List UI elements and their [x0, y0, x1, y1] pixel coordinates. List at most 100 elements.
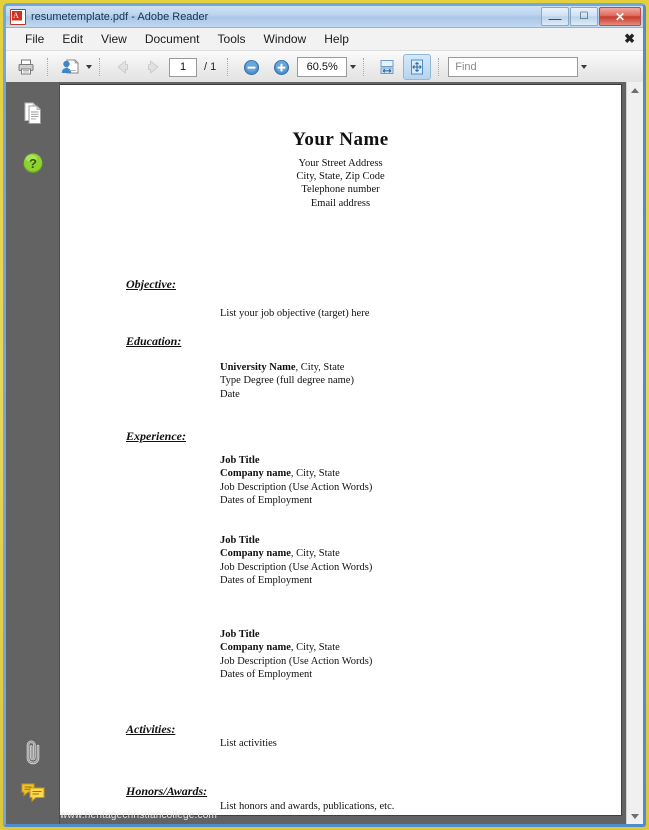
- job-company-location: , City, State: [290, 642, 340, 654]
- resume-name: Your Name: [292, 129, 389, 150]
- contact-city: City, State, Zip Code: [296, 171, 385, 183]
- comment-bubbles-icon: [21, 783, 45, 803]
- arrow-left-icon: [117, 60, 128, 74]
- job-dates: Dates of Employment: [220, 669, 313, 681]
- job-company-name: Company name: [220, 548, 291, 560]
- job-dates: Dates of Employment: [220, 495, 313, 507]
- section-body-activities: List activities: [220, 738, 277, 749]
- job-company-location: , City, State: [290, 548, 340, 560]
- toolbar-separator: [227, 58, 230, 76]
- sign-button[interactable]: [57, 54, 83, 80]
- navigation-pane: ?: [6, 82, 60, 824]
- toolbar-separator: [438, 58, 441, 76]
- scroll-up-button[interactable]: [627, 82, 643, 98]
- maximize-button[interactable]: ☐: [570, 7, 598, 26]
- sign-document-icon: [61, 59, 79, 74]
- next-page-button[interactable]: [139, 54, 167, 80]
- toolbar-separator: [47, 58, 50, 76]
- minimize-button[interactable]: —: [541, 7, 569, 26]
- paperclip-icon: [26, 740, 40, 765]
- toolbar: 1 / 1 60.5% Find: [6, 51, 643, 84]
- zoom-dropdown-caret[interactable]: [350, 65, 357, 69]
- zoom-out-button[interactable]: [237, 54, 265, 80]
- arrow-right-icon: [148, 60, 159, 74]
- job-description: Job Description (Use Action Words): [220, 561, 373, 573]
- document-viewport[interactable]: Your Name Your Street Address City, Stat…: [60, 82, 626, 824]
- vertical-scrollbar[interactable]: [626, 82, 643, 824]
- title-bar: resumetemplate.pdf - Adobe Reader — ☐ ✕: [6, 6, 643, 28]
- section-heading-honors: Honors/Awards:: [126, 784, 208, 798]
- fit-page-icon: [411, 59, 424, 75]
- content-area: ? Your Name Your Street Address City, St…: [6, 82, 643, 824]
- menu-help[interactable]: Help: [315, 30, 358, 48]
- menu-window[interactable]: Window: [255, 30, 316, 48]
- section-heading-education: Education:: [126, 334, 182, 348]
- contact-street: Your Street Address: [298, 158, 383, 169]
- job-title: Job Title: [220, 455, 260, 466]
- job-description: Job Description (Use Action Words): [220, 481, 373, 493]
- zoom-out-icon: [243, 59, 259, 75]
- zoom-in-button[interactable]: [267, 54, 295, 80]
- education-university-line: University Name, City, State: [220, 361, 354, 374]
- print-button[interactable]: [12, 54, 40, 80]
- contact-phone: Telephone number: [301, 184, 380, 196]
- menu-document[interactable]: Document: [136, 30, 209, 48]
- menu-tools[interactable]: Tools: [209, 30, 255, 48]
- menu-view[interactable]: View: [92, 30, 136, 48]
- find-dropdown-caret[interactable]: [581, 65, 588, 69]
- scroll-down-arrow-icon: [631, 813, 639, 819]
- watermark-text: www.heritagechristiancollege.com: [60, 810, 218, 821]
- job-company-location: , City, State: [290, 468, 340, 480]
- job-company-name: Company name: [220, 468, 291, 480]
- close-icon: ✕: [614, 9, 626, 24]
- section-body-objective: List your job objective (target) here: [220, 308, 370, 319]
- find-placeholder-text: Find: [455, 61, 477, 73]
- menu-file[interactable]: File: [16, 30, 53, 48]
- page-number-input[interactable]: 1: [169, 57, 197, 77]
- job-company-name: Company name: [220, 642, 291, 654]
- sign-dropdown-caret[interactable]: [86, 65, 92, 69]
- experience-entry: Job Title Company name, City, State Job …: [220, 534, 372, 588]
- printer-icon: [18, 59, 34, 75]
- help-button[interactable]: ?: [20, 150, 46, 176]
- resume-contact-block: Your Street Address City, State, Zip Cod…: [60, 157, 621, 210]
- page-total-label: / 1: [204, 61, 217, 73]
- menu-bar: File Edit View Document Tools Window Hel…: [6, 28, 643, 51]
- menu-edit[interactable]: Edit: [53, 30, 92, 48]
- window-title: resumetemplate.pdf - Adobe Reader: [31, 10, 209, 23]
- fit-width-icon: [380, 60, 394, 74]
- section-heading-activities: Activities:: [126, 722, 176, 736]
- section-heading-objective: Objective:: [126, 277, 176, 291]
- adobe-reader-window: resumetemplate.pdf - Adobe Reader — ☐ ✕ …: [3, 3, 646, 827]
- resume-document: Your Name Your Street Address City, Stat…: [60, 129, 621, 824]
- section-heading-experience: Experience:: [126, 429, 186, 443]
- toolbar-separator: [99, 58, 102, 76]
- pages-panel-button[interactable]: [20, 100, 46, 126]
- zoom-level-input[interactable]: 60.5%: [297, 57, 348, 77]
- previous-page-button[interactable]: [109, 54, 137, 80]
- close-button[interactable]: ✕: [599, 7, 641, 26]
- fit-width-button[interactable]: [373, 54, 401, 80]
- scroll-down-button[interactable]: [627, 808, 643, 824]
- zoom-in-icon: [273, 59, 289, 75]
- attachments-button[interactable]: [20, 738, 46, 765]
- minimize-icon: —: [548, 11, 562, 26]
- fit-page-button[interactable]: [403, 54, 432, 80]
- job-dates: Dates of Employment: [220, 575, 313, 587]
- close-document-button[interactable]: ✖: [624, 31, 635, 47]
- education-university-location: , City, State: [295, 362, 345, 373]
- education-date: Date: [220, 388, 240, 400]
- find-input[interactable]: Find: [448, 57, 579, 77]
- job-title: Job Title: [220, 629, 260, 640]
- scroll-up-arrow-icon: [631, 87, 639, 93]
- svg-text:?: ?: [29, 156, 37, 171]
- comments-button[interactable]: [20, 780, 46, 806]
- adobe-pdf-icon: [10, 8, 26, 25]
- pages-panel-icon: [24, 102, 42, 124]
- help-question-icon: ?: [23, 153, 43, 173]
- outer-frame: resumetemplate.pdf - Adobe Reader — ☐ ✕ …: [0, 0, 649, 830]
- job-company-line: Company name, City, State: [220, 467, 372, 480]
- experience-entry: Job Title Company name, City, State Job …: [220, 628, 372, 682]
- pdf-page: Your Name Your Street Address City, Stat…: [60, 85, 621, 821]
- job-company-line: Company name, City, State: [220, 641, 372, 654]
